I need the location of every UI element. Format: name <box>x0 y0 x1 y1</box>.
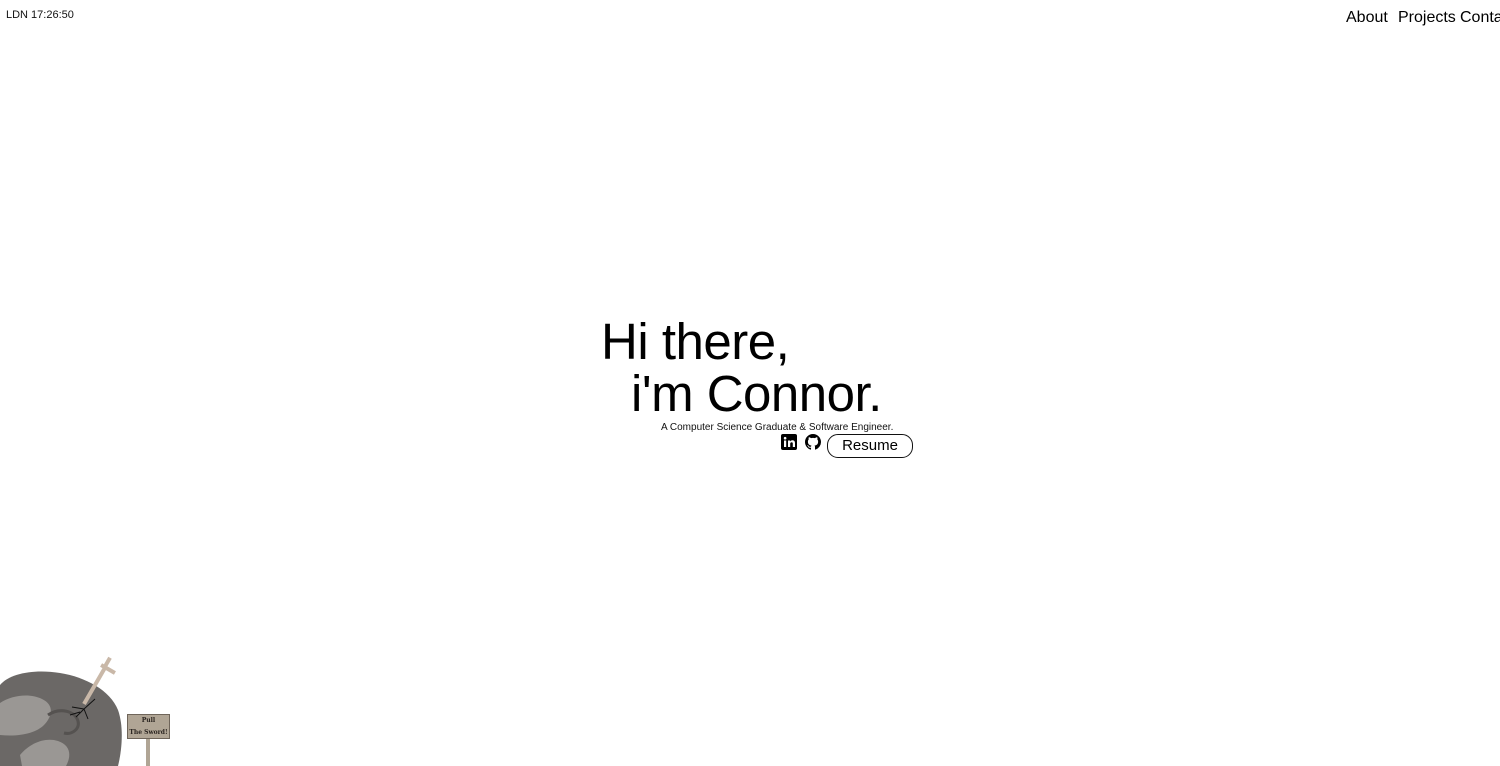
nav-contact-link[interactable]: Contact <box>1460 9 1500 27</box>
clock-display: LDN 17:26:50 <box>6 9 74 21</box>
github-icon[interactable] <box>805 434 821 450</box>
resume-button[interactable]: Resume <box>827 434 913 458</box>
social-links <box>781 434 821 450</box>
sign-post <box>146 739 150 766</box>
sign-line-2: The Sword! <box>129 729 168 736</box>
sign-line-1: Pull <box>141 717 156 724</box>
sword-in-stone-illustration <box>0 656 122 766</box>
hero-subtitle: A Computer Science Graduate & Software E… <box>661 422 894 433</box>
pull-sword-sign[interactable]: Pull The Sword! <box>127 714 170 739</box>
linkedin-icon[interactable] <box>781 434 797 450</box>
hero-name: i'm Connor. <box>631 365 882 422</box>
hero-greeting: Hi there, <box>601 313 790 370</box>
nav-projects-link[interactable]: Projects <box>1398 9 1456 27</box>
nav-about-link[interactable]: About <box>1346 9 1388 27</box>
